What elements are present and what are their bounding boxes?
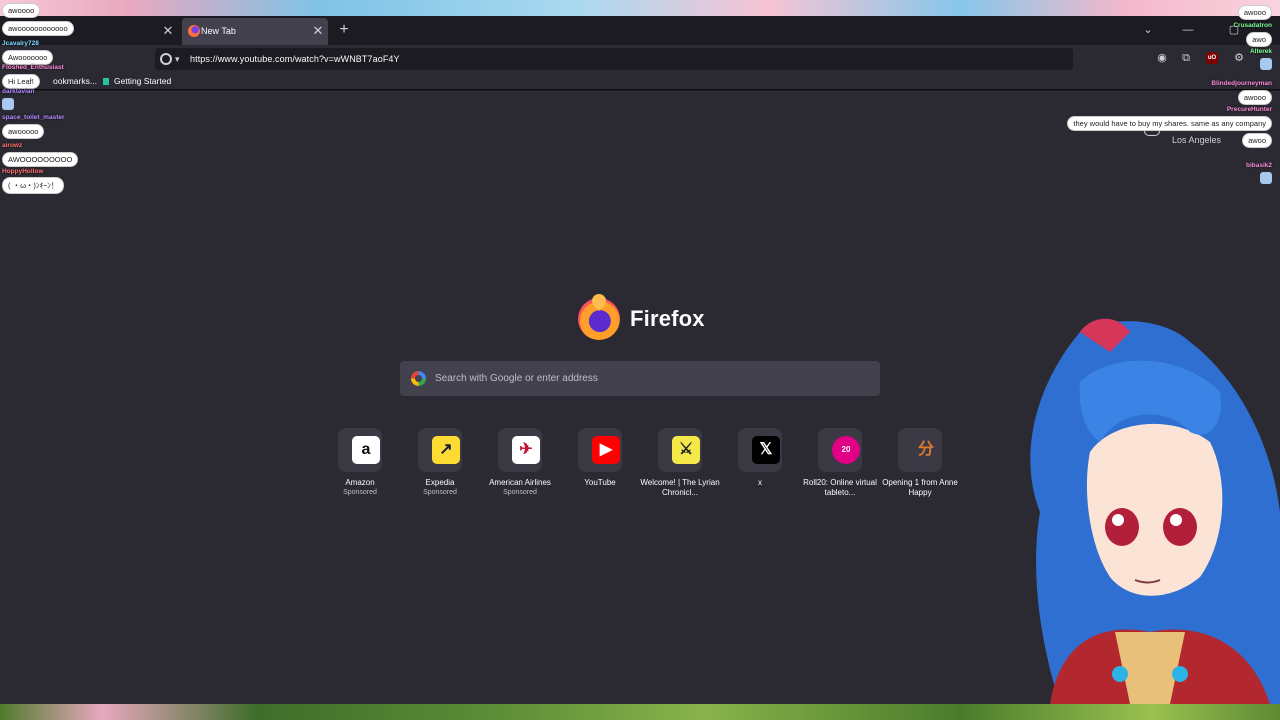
chat-bubble: Awooooooo <box>2 50 54 65</box>
chat-username: Floshed_Enthusiast <box>2 64 64 71</box>
top-site-tile[interactable]: ▶ YouTube <box>572 428 628 508</box>
top-site-logo-icon: a <box>352 436 380 464</box>
top-site-logo-icon: ⚔ <box>672 436 700 464</box>
chat-message: PrecureHunter they would have to buy my s… <box>1067 106 1272 131</box>
vtuber-avatar <box>1030 318 1280 704</box>
close-icon[interactable]: ✕ <box>160 23 176 39</box>
close-icon[interactable]: ✕ <box>310 23 326 39</box>
search-input[interactable]: Search with Google or enter address <box>400 361 880 396</box>
new-tab-plus-icon[interactable]: + <box>336 22 352 38</box>
top-site-icon-box: 分 <box>898 428 942 472</box>
top-site-logo-icon: 20 <box>832 436 860 464</box>
sponsored-label: Sponsored <box>343 489 377 496</box>
top-site-logo-icon: ↗ <box>432 436 460 464</box>
stream-chat-left: awoooo awoooooooooooo Jcavalry728 Awooooooo… <box>0 0 120 200</box>
chat-bubble: awoo <box>1242 133 1272 148</box>
chat-message: Blindedjourneyman awooo <box>1211 80 1272 105</box>
chat-username: HoppyHollow <box>2 168 44 175</box>
chat-message: awoooooooooooo <box>2 18 74 36</box>
chat-bubble: awoooooooooooo <box>2 21 74 36</box>
chat-message: airowz AWOOOOOOOOO <box>2 142 79 167</box>
chat-username: airowz <box>2 142 23 149</box>
chat-bubble: awoooo <box>2 3 41 18</box>
chat-username: bibasik2 <box>1245 162 1272 169</box>
url-bar[interactable]: ▾ https://www.youtube.com/watch?v=wWNBT7… <box>155 48 1073 70</box>
chat-bubble: Hi Leaf! <box>2 74 40 89</box>
chat-message: bibasik2 <box>1246 162 1272 187</box>
firefox-logo-icon <box>578 298 620 340</box>
top-site-label: Opening 1 from Anne Happy <box>882 478 958 497</box>
top-site-tile[interactable]: 20 Roll20: Online virtual tableto... <box>803 428 877 508</box>
chat-message: awooo <box>1237 2 1272 20</box>
chat-message: Jcavalry728 Awooooooo <box>2 40 54 65</box>
top-site-label: x <box>758 478 762 487</box>
top-site-icon-box: ⚔ <box>658 428 702 472</box>
chat-bubble: awooo <box>1237 5 1272 20</box>
top-site-tile[interactable]: 分 Opening 1 from Anne Happy <box>882 428 958 508</box>
top-site-logo-icon: 分 <box>912 436 940 464</box>
chat-username: Crusadatron <box>1233 22 1272 29</box>
tab-title: New Tab <box>201 26 236 36</box>
chat-username: darktavian <box>2 88 35 95</box>
chat-emote-icon <box>2 97 14 110</box>
top-site-label: American Airlines <box>489 478 551 487</box>
screen: ✕ New Tab ✕ + ⌄ — ▢ ▾ https://www.youtub… <box>0 0 1280 720</box>
chat-message: awoooo <box>2 0 41 18</box>
url-text[interactable]: https://www.youtube.com/watch?v=wWNBT7ao… <box>190 54 400 64</box>
top-site-label: Roll20: Online virtual tableto... <box>803 478 877 497</box>
chat-emote-icon <box>1260 171 1272 184</box>
bookmark-label: Getting Started <box>114 76 172 86</box>
chat-message: space_toilet_masterawooooo <box>2 114 65 139</box>
sponsored-label: Sponsored <box>423 489 457 496</box>
chat-message: HoppyHollow ( ・ω・)ﾝｷｰﾝ！ <box>2 168 65 194</box>
top-site-label: Amazon <box>345 478 375 487</box>
chat-username: PrecureHunter <box>1226 106 1272 113</box>
top-site-label: Welcome! | The Lyrian Chronicl... <box>640 478 720 497</box>
google-icon <box>411 371 426 386</box>
chat-message: Crusadatron awo <box>1233 22 1272 47</box>
top-site-tile[interactable]: ⚔ Welcome! | The Lyrian Chronicl... <box>640 428 720 508</box>
chat-bubble: they would have to buy my shares. same a… <box>1067 116 1272 131</box>
top-site-logo-icon: 𝕏 <box>752 436 780 464</box>
chat-emote-icon <box>1260 57 1272 70</box>
top-site-icon-box: ▶ <box>578 428 622 472</box>
google-icon <box>160 53 172 65</box>
top-site-icon-box: 20 <box>818 428 862 472</box>
tab-new-tab[interactable]: New Tab ✕ <box>182 18 328 45</box>
chat-username: Jcavalry728 <box>2 40 39 47</box>
stream-background-bottom <box>0 704 1280 720</box>
chat-bubble: AWOOOOOOOOO <box>2 152 79 167</box>
top-site-tile[interactable]: 𝕏x <box>732 428 788 508</box>
search-engine-selector[interactable]: ▾ <box>158 51 186 67</box>
top-site-label: Expedia <box>425 478 455 487</box>
top-site-icon-box: ✈ <box>498 428 542 472</box>
sponsored-label: Sponsored <box>503 489 537 496</box>
chat-bubble: awo <box>1246 32 1272 47</box>
chat-bubble: awooo <box>1237 90 1272 105</box>
chat-message: Alterek <box>1250 48 1272 73</box>
chat-bubble: awooooo <box>2 124 45 139</box>
top-site-logo-icon: ✈ <box>512 436 540 464</box>
chevron-down-icon: ▾ <box>175 54 180 64</box>
top-site-tile[interactable]: ↗ Expedia Sponsored <box>412 428 468 508</box>
top-site-icon-box: a <box>338 428 382 472</box>
stream-chat-right: awooo Crusadatron awo Alterek Blindedjourney… <box>1040 0 1280 200</box>
top-site-tile[interactable]: ✈ American Airlines Sponsored <box>489 428 551 508</box>
firefox-favicon-icon <box>188 25 200 37</box>
search-placeholder: Search with Google or enter address <box>435 373 598 384</box>
chat-message: darktavian <box>2 88 35 113</box>
top-sites: a Amazon Sponsored ↗ Expedia Sponsored ✈ Americ… <box>332 428 972 508</box>
chat-bubble: ( ・ω・)ﾝｷｰﾝ！ <box>2 177 65 194</box>
top-site-tile[interactable]: a Amazon Sponsored <box>332 428 388 508</box>
top-site-icon-box: ↗ <box>418 428 462 472</box>
top-site-label: YouTube <box>584 478 616 487</box>
chat-username: Alterek <box>1249 48 1272 55</box>
top-site-logo-icon: ▶ <box>592 436 620 464</box>
firefox-wordmark: Firefox <box>630 306 705 331</box>
top-site-icon-box: 𝕏 <box>738 428 782 472</box>
chat-username: space_toilet_master <box>2 114 65 121</box>
chat-username: Blindedjourneyman <box>1211 80 1272 87</box>
chat-message: awoo <box>1242 130 1272 148</box>
chat-message: Floshed_Enthusiast Hi Leaf! <box>2 64 64 89</box>
